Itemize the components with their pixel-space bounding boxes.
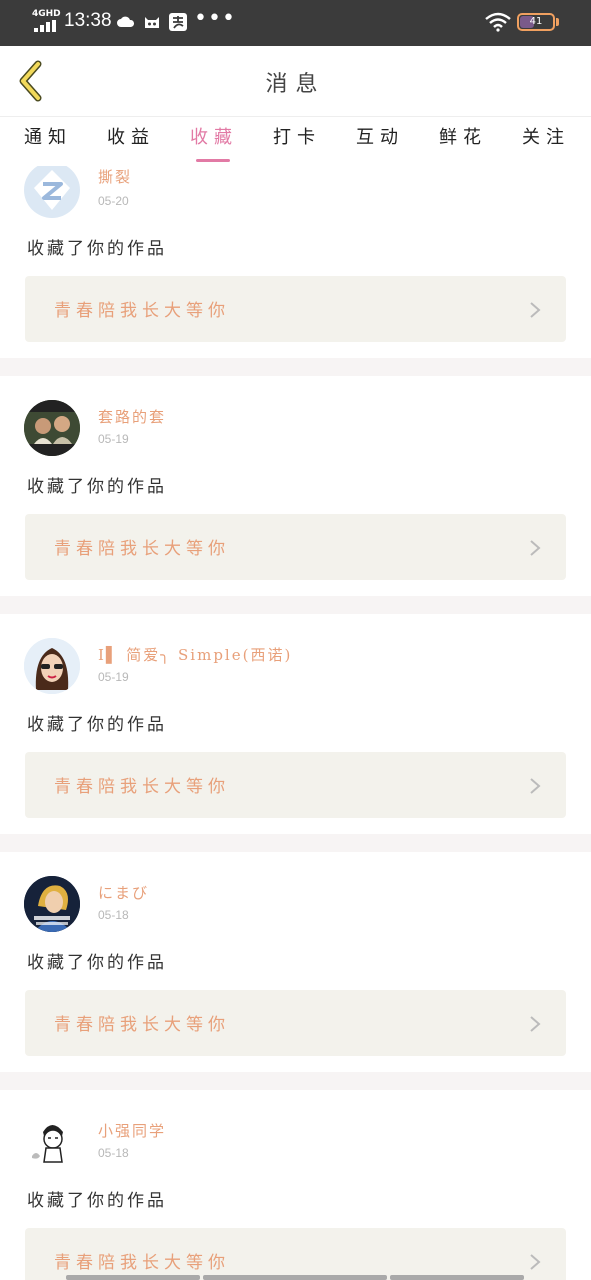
work-link[interactable]: 青春陪我长大等你	[25, 1228, 566, 1280]
item-date: 05-20	[98, 194, 129, 208]
work-title: 青春陪我长大等你	[54, 301, 230, 321]
tab-interaction[interactable]: 互动	[350, 123, 410, 163]
cloud-icon	[117, 16, 135, 27]
work-title: 青春陪我长大等你	[54, 777, 230, 797]
avatar[interactable]	[24, 400, 80, 456]
item-date: 05-19	[98, 670, 129, 684]
divider	[0, 834, 591, 852]
user-name[interactable]: I▌ 简爱╮ Simple(西诺)	[98, 644, 292, 665]
work-title: 青春陪我长大等你	[54, 1015, 230, 1035]
avatar-cartoon-icon	[24, 876, 80, 932]
alipay-icon	[169, 13, 187, 31]
avatar[interactable]	[24, 1114, 80, 1170]
user-name[interactable]: にまび	[98, 882, 149, 903]
item-date: 05-18	[98, 1146, 129, 1160]
avatar-sketch-icon	[24, 1114, 80, 1170]
tab-checkin[interactable]: 打卡	[267, 123, 327, 163]
user-name[interactable]: 套路的套	[98, 406, 166, 427]
tab-bar: 通知 收益 收藏 打卡 互动 鲜花 关注	[0, 116, 591, 166]
divider	[0, 1072, 591, 1090]
avatar-girl-icon	[24, 638, 80, 694]
work-link[interactable]: 青春陪我长大等你	[25, 514, 566, 580]
action-text: 收藏了你的作品	[27, 1191, 167, 1211]
divider	[0, 358, 591, 376]
item-date: 05-18	[98, 908, 129, 922]
battery-level: 41	[529, 16, 543, 27]
work-link[interactable]: 青春陪我长大等你	[25, 990, 566, 1056]
user-name[interactable]: 撕裂	[98, 166, 132, 187]
user-name[interactable]: 小强同学	[98, 1120, 166, 1141]
avatar[interactable]	[24, 166, 80, 218]
chevron-right-icon	[530, 1254, 541, 1270]
work-title: 青春陪我长大等你	[54, 539, 230, 559]
list-item: にまび 05-18 收藏了你的作品 青春陪我长大等你	[0, 852, 591, 1090]
list-item: 小强同学 05-18 收藏了你的作品 青春陪我长大等你	[0, 1090, 591, 1280]
page-title: 消息	[265, 72, 326, 97]
avatar-photo-icon	[24, 400, 80, 456]
action-text: 收藏了你的作品	[27, 715, 167, 735]
more-icon: •••	[194, 6, 236, 31]
cat-icon	[145, 17, 159, 28]
chevron-right-icon	[530, 1016, 541, 1032]
chevron-right-icon	[530, 540, 541, 556]
battery-tip	[556, 18, 559, 26]
tab-notifications[interactable]: 通知	[18, 123, 78, 163]
signal-icon	[34, 20, 58, 32]
status-time: 13:38	[64, 10, 112, 31]
action-text: 收藏了你的作品	[27, 953, 167, 973]
tab-earnings[interactable]: 收益	[101, 123, 161, 163]
wifi-icon	[485, 12, 511, 32]
header: 消息	[0, 46, 591, 116]
gesture-bar-left[interactable]	[66, 1275, 200, 1280]
gesture-bar-right[interactable]	[390, 1275, 524, 1280]
battery-icon: 41	[517, 13, 555, 31]
chevron-right-icon	[530, 778, 541, 794]
divider	[0, 596, 591, 614]
tab-favorites[interactable]: 收藏	[184, 123, 244, 163]
tab-follow[interactable]: 关注	[516, 123, 576, 163]
item-date: 05-19	[98, 432, 129, 446]
favorites-list[interactable]: 撕裂 05-20 收藏了你的作品 青春陪我长大等你 套路的套 05-19 收藏了…	[0, 166, 591, 1280]
qq-logo-icon	[34, 170, 70, 210]
list-item: 撕裂 05-20 收藏了你的作品 青春陪我长大等你	[0, 166, 591, 374]
work-title: 青春陪我长大等你	[54, 1253, 230, 1273]
list-item: 套路的套 05-19 收藏了你的作品 青春陪我长大等你	[0, 376, 591, 614]
action-text: 收藏了你的作品	[27, 239, 167, 259]
work-link[interactable]: 青春陪我长大等你	[25, 276, 566, 342]
tab-flowers[interactable]: 鲜花	[433, 123, 493, 163]
avatar[interactable]	[24, 876, 80, 932]
work-link[interactable]: 青春陪我长大等你	[25, 752, 566, 818]
network-type: 4GHD	[32, 9, 61, 19]
action-text: 收藏了你的作品	[27, 477, 167, 497]
list-item: I▌ 简爱╮ Simple(西诺) 05-19 收藏了你的作品 青春陪我长大等你	[0, 614, 591, 852]
chevron-right-icon	[530, 302, 541, 318]
gesture-bar-center[interactable]	[203, 1275, 387, 1280]
active-tab-indicator	[196, 159, 230, 162]
avatar[interactable]	[24, 638, 80, 694]
status-bar: 4GHD 13:38 ••• 41	[0, 0, 591, 46]
